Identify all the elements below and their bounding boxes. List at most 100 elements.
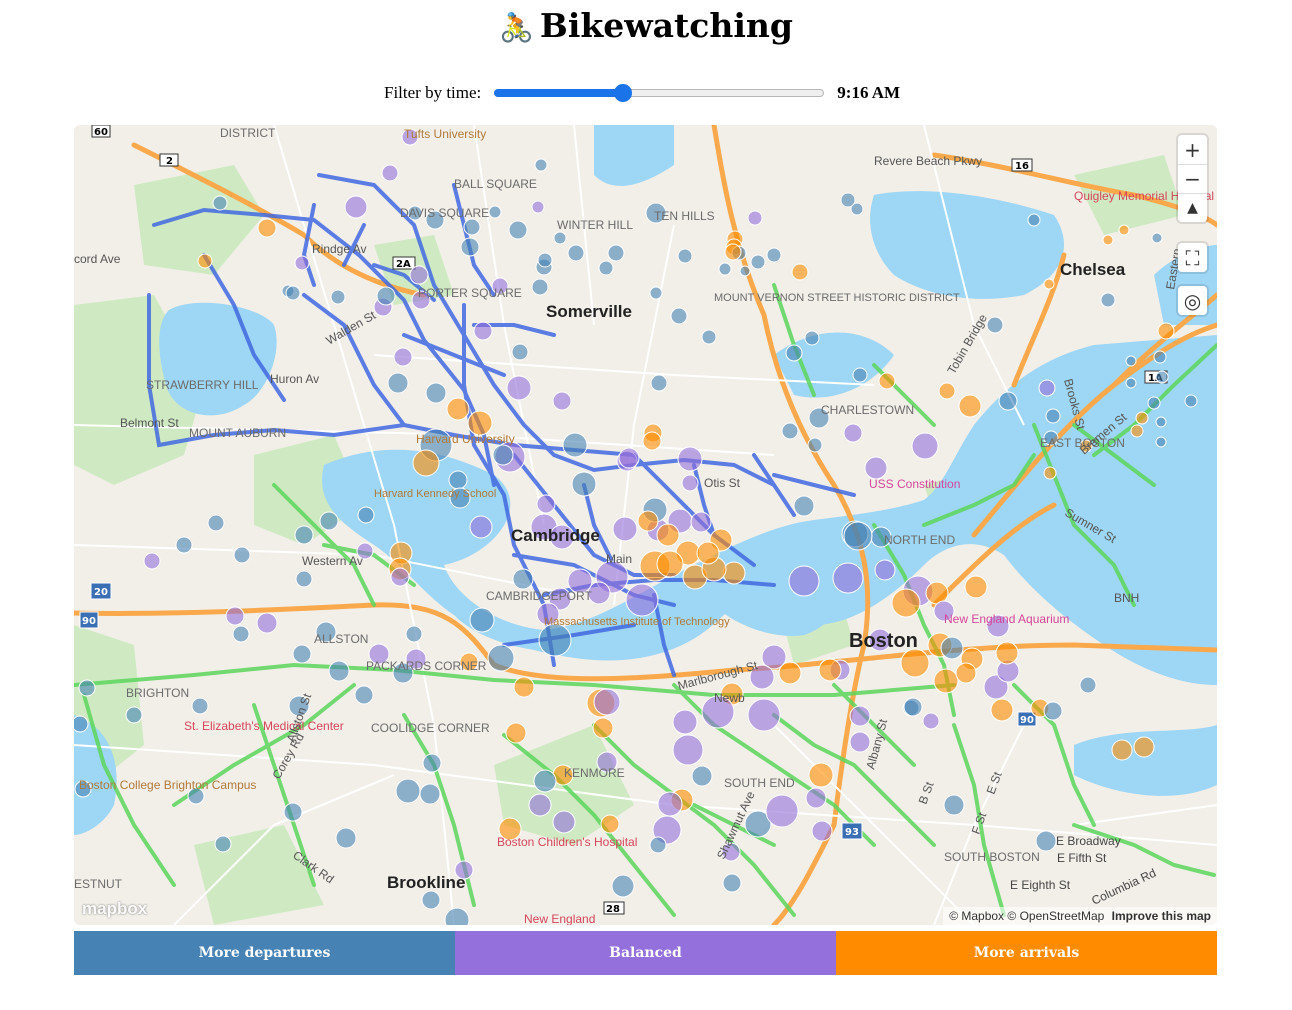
- station-circle[interactable]: [405, 625, 423, 643]
- station-circle[interactable]: [788, 565, 820, 597]
- station-circle[interactable]: [691, 765, 713, 787]
- station-circle[interactable]: [512, 568, 534, 590]
- station-circle[interactable]: [448, 470, 468, 490]
- station-circle[interactable]: [419, 783, 441, 805]
- station-circle[interactable]: [656, 523, 680, 547]
- station-circle[interactable]: [335, 827, 357, 849]
- station-circle[interactable]: [294, 525, 314, 545]
- mapbox-logo[interactable]: mapbox: [82, 899, 147, 919]
- station-circle[interactable]: [143, 552, 161, 570]
- station-circle[interactable]: [285, 285, 301, 301]
- station-circle[interactable]: [395, 778, 421, 804]
- station-circle[interactable]: [409, 265, 429, 285]
- station-circle[interactable]: [656, 550, 684, 578]
- station-circle[interactable]: [637, 510, 659, 532]
- station-circle[interactable]: [344, 195, 368, 219]
- station-circle[interactable]: [207, 514, 225, 532]
- station-circle[interactable]: [625, 583, 659, 617]
- station-circle[interactable]: [903, 697, 923, 717]
- station-circle[interactable]: [843, 423, 863, 443]
- station-circle[interactable]: [804, 330, 820, 346]
- station-circle[interactable]: [805, 787, 827, 809]
- station-circle[interactable]: [649, 286, 663, 300]
- station-circle[interactable]: [1043, 466, 1057, 480]
- station-circle[interactable]: [955, 662, 977, 684]
- station-circle[interactable]: [567, 244, 585, 262]
- station-circle[interactable]: [562, 432, 588, 458]
- station-circle[interactable]: [1118, 224, 1130, 236]
- fullscreen-button[interactable]: ⛶: [1178, 243, 1207, 272]
- station-circle[interactable]: [528, 793, 552, 817]
- station-circle[interactable]: [1045, 408, 1061, 424]
- station-circle[interactable]: [900, 648, 930, 678]
- station-circle[interactable]: [807, 437, 823, 453]
- station-circle[interactable]: [607, 244, 625, 262]
- station-circle[interactable]: [657, 791, 683, 817]
- attribution-osm[interactable]: © OpenStreetMap: [1007, 909, 1104, 923]
- station-circle[interactable]: [922, 712, 940, 730]
- station-circle[interactable]: [1027, 213, 1041, 227]
- zoom-in-button[interactable]: +: [1178, 135, 1207, 164]
- station-circle[interactable]: [412, 449, 440, 477]
- station-circle[interactable]: [469, 607, 495, 633]
- station-circle[interactable]: [739, 265, 751, 277]
- station-circle[interactable]: [811, 820, 833, 842]
- station-circle[interactable]: [864, 456, 888, 480]
- station-circle[interactable]: [387, 372, 409, 394]
- station-circle[interactable]: [701, 329, 717, 345]
- station-circle[interactable]: [1155, 370, 1169, 384]
- station-circle[interactable]: [998, 391, 1018, 411]
- station-circle[interactable]: [1184, 394, 1198, 408]
- station-circle[interactable]: [257, 218, 277, 238]
- station-circle[interactable]: [650, 374, 668, 392]
- station-circle[interactable]: [938, 382, 956, 400]
- station-circle[interactable]: [191, 697, 209, 715]
- station-circle[interactable]: [612, 516, 638, 542]
- station-circle[interactable]: [849, 705, 871, 727]
- station-circle[interactable]: [422, 753, 442, 773]
- compass-button[interactable]: ▲: [1178, 193, 1207, 222]
- station-circle[interactable]: [506, 375, 532, 401]
- station-circle[interactable]: [818, 658, 842, 682]
- station-circle[interactable]: [232, 625, 250, 643]
- station-circle[interactable]: [808, 762, 834, 788]
- station-circle[interactable]: [852, 367, 868, 383]
- station-circle[interactable]: [1038, 379, 1056, 397]
- station-circle[interactable]: [840, 192, 856, 208]
- station-circle[interactable]: [696, 541, 720, 565]
- station-circle[interactable]: [940, 636, 964, 660]
- station-circle[interactable]: [747, 210, 763, 226]
- station-circle[interactable]: [1125, 355, 1137, 367]
- station-circle[interactable]: [933, 668, 959, 694]
- station-circle[interactable]: [197, 253, 213, 269]
- station-circle[interactable]: [469, 515, 493, 539]
- station-circle[interactable]: [785, 344, 803, 362]
- improve-map-link[interactable]: Improve this map: [1112, 909, 1211, 923]
- station-circle[interactable]: [670, 307, 688, 325]
- station-circle[interactable]: [672, 709, 698, 735]
- station-circle[interactable]: [294, 255, 310, 271]
- zoom-out-button[interactable]: −: [1178, 164, 1207, 193]
- station-circle[interactable]: [1043, 701, 1063, 721]
- station-circle[interactable]: [1135, 411, 1149, 425]
- station-circle[interactable]: [642, 431, 662, 451]
- station-circle[interactable]: [843, 521, 873, 551]
- station-circle[interactable]: [175, 536, 193, 554]
- station-circle[interactable]: [295, 570, 313, 588]
- station-circle[interactable]: [964, 575, 988, 599]
- station-circle[interactable]: [460, 237, 480, 257]
- station-circle[interactable]: [592, 717, 614, 739]
- station-circle[interactable]: [354, 685, 374, 705]
- station-circle[interactable]: [536, 494, 556, 514]
- station-circle[interactable]: [891, 588, 921, 618]
- station-circle[interactable]: [233, 546, 251, 564]
- station-circle[interactable]: [537, 252, 553, 268]
- station-circle[interactable]: [766, 247, 782, 263]
- station-circle[interactable]: [1153, 350, 1167, 364]
- station-circle[interactable]: [598, 260, 614, 276]
- station-circle[interactable]: [505, 722, 527, 744]
- station-circle[interactable]: [990, 698, 1014, 722]
- station-circle[interactable]: [1035, 830, 1057, 852]
- station-circle[interactable]: [911, 432, 939, 460]
- station-circle[interactable]: [718, 262, 732, 276]
